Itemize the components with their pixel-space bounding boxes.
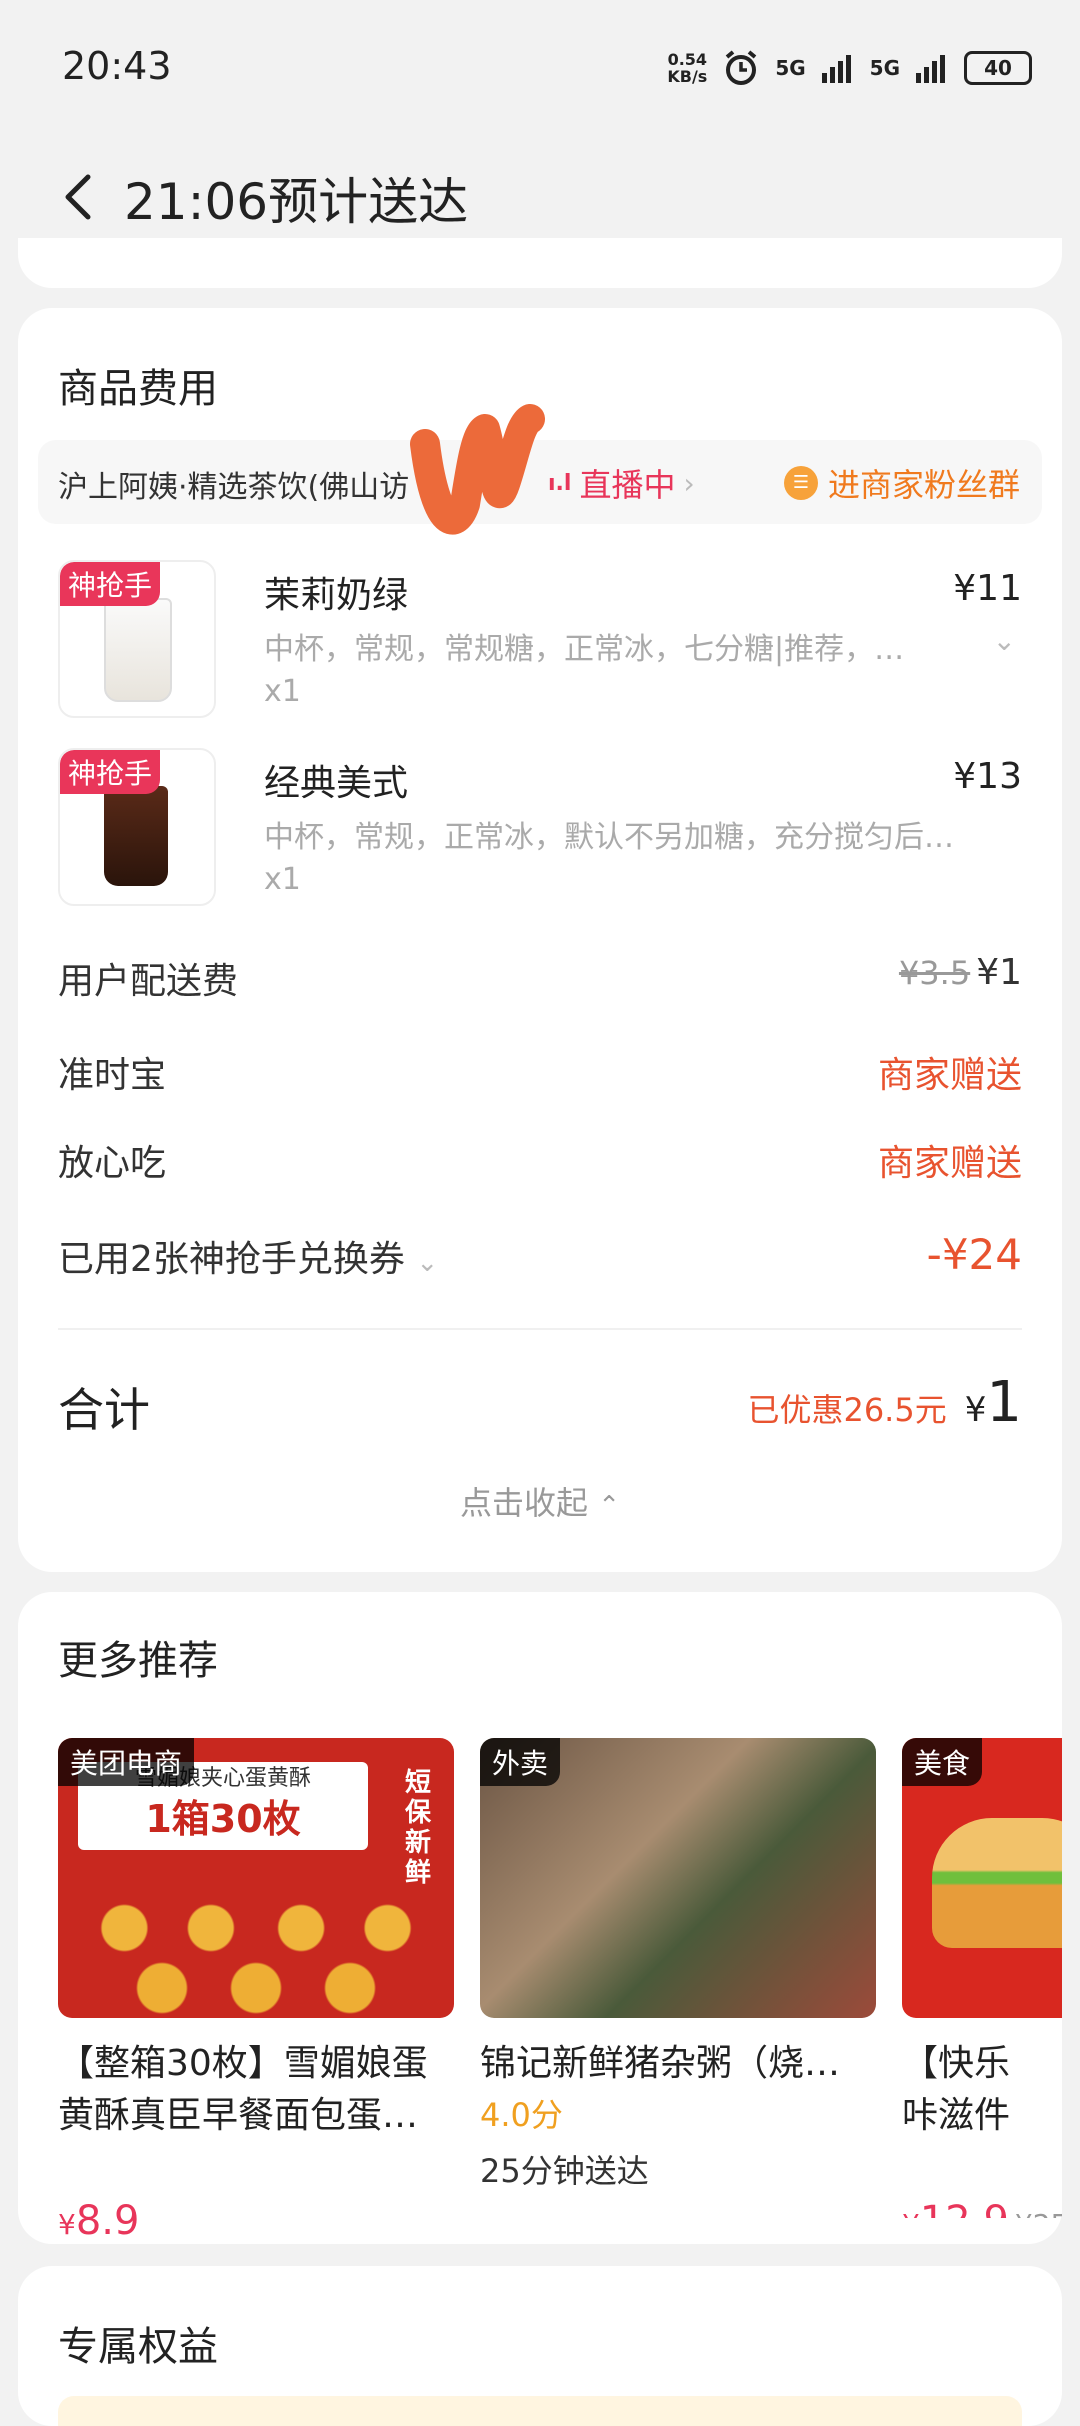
fans-label: 进商家粉丝群 — [827, 466, 1020, 504]
net-speed-unit: KB/s — [667, 67, 708, 86]
recommend-item-title: 锦记新鲜猪杂粥（烧… — [480, 2043, 841, 2084]
delivery-original-price: ¥3.5 — [898, 954, 971, 992]
total-price: ¥1 — [965, 1370, 1022, 1435]
delivery-fee-label: 用户配送费 — [58, 961, 239, 1002]
order-item[interactable]: 神抢手 经典美式 中杯，常规，正常冰，默认不另加糖，充分搅匀后… x1 ¥13 — [58, 748, 1022, 908]
recommend-tag: 美团电商 — [58, 1738, 195, 1786]
delivery-price: ¥1 — [976, 952, 1022, 993]
signal-2-icon — [916, 55, 945, 83]
live-bars-icon: ı.l — [548, 470, 572, 496]
recommend-item-rating: 4.0分 — [480, 2096, 563, 2134]
coffee-cup-image — [104, 786, 168, 886]
redaction-scribble — [410, 404, 545, 534]
status-bar: 20:43 0.54 KB/s 5G 5G 40 — [0, 0, 1080, 140]
recommend-card: 更多推荐 雪媚娘夹心蛋黄酥 1箱30枚 短保新鲜 美团电商 【整箱30枚】雪媚娘… — [18, 1592, 1062, 2244]
item-tag: 神抢手 — [60, 750, 161, 794]
safe-value: 商家赠送 — [877, 1143, 1022, 1184]
battery-indicator: 40 — [964, 51, 1032, 85]
item-qty: x1 — [264, 862, 301, 897]
original-price: ¥25 — [1015, 2208, 1062, 2218]
banner-line2: 1箱30枚 — [145, 1797, 301, 1841]
alarm-icon — [726, 50, 757, 85]
item-thumbnail: 神抢手 — [58, 748, 216, 906]
ontime-label: 准时宝 — [58, 1055, 167, 1096]
rights-banner — [58, 2396, 1022, 2426]
status-icons: 0.54 KB/s 5G 5G 40 — [667, 46, 1032, 90]
total-yen: ¥ — [964, 1390, 987, 1430]
recommend-item-price: ¥12.9 ¥25 — [902, 2198, 1062, 2218]
recommend-item[interactable]: 美食 【快乐咔滋件套 ¥12.9 ¥25 — [902, 1738, 1062, 2218]
chevron-down-icon[interactable]: ⌄ — [993, 624, 1016, 657]
recommend-item-title: 【快乐咔滋件套 — [902, 2043, 1011, 2136]
egg-yolk-pastry-image: 雪媚娘夹心蛋黄酥 1箱30枚 短保新鲜 美团电商 — [58, 1738, 454, 2018]
total-value: 1 — [986, 1370, 1022, 1435]
item-tag: 神抢手 — [60, 562, 161, 606]
coupon-row[interactable]: 已用2张神抢手兑换券 ⌄ -¥24 — [58, 1226, 1022, 1286]
item-qty: x1 — [264, 674, 301, 709]
item-price: ¥13 — [953, 756, 1022, 797]
collapse-label: 点击收起 — [460, 1484, 589, 1522]
chevron-down-icon: ⌄ — [416, 1248, 439, 1278]
nav-bar: 21:06预计送达 — [0, 140, 1080, 250]
pastry-photo — [68, 1868, 444, 2018]
divider — [58, 1328, 1022, 1330]
shop-name[interactable]: 沪上阿姨·精选茶饮(佛山访 — [58, 462, 409, 506]
delivery-fee-value: ¥3.5 ¥1 — [899, 952, 1022, 993]
rights-card: 专属权益 — [18, 2266, 1062, 2426]
chat-icon: ☰ — [783, 466, 818, 500]
fans-group-button[interactable]: ☰ 进商家粉丝群 — [783, 460, 1020, 506]
chevron-right-icon: › — [683, 466, 695, 500]
recommend-item-price: ¥8.9 — [58, 2198, 139, 2244]
item-name: 茉莉奶绿 — [264, 575, 409, 616]
recommend-item-title: 【整箱30枚】雪媚娘蛋黄酥真臣早餐面包蛋… — [58, 2043, 428, 2136]
price-yen: ¥ — [902, 2208, 920, 2218]
coupon-value: -¥24 — [926, 1230, 1022, 1279]
live-label: 直播中 — [579, 466, 676, 504]
recommend-title: 更多推荐 — [58, 1638, 218, 1684]
rights-title: 专属权益 — [58, 2324, 218, 2370]
total-label: 合计 — [58, 1383, 150, 1437]
pork-porridge-image: 外卖 — [480, 1738, 876, 2018]
safe-label: 放心吃 — [58, 1143, 167, 1184]
signal-1-icon — [821, 55, 851, 83]
price-value: 8.9 — [75, 2198, 140, 2244]
back-icon[interactable] — [58, 172, 98, 222]
safe-row: 放心吃 商家赠送 — [58, 1130, 1022, 1190]
burger-image: 美食 — [902, 1738, 1062, 2018]
recommend-item-eta: 25分钟送达 — [480, 2152, 649, 2190]
delivery-fee-row: 用户配送费 ¥3.5 ¥1 — [58, 948, 1022, 1008]
recommend-tag: 外卖 — [480, 1738, 561, 1786]
signal-1-label: 5G — [775, 56, 806, 80]
item-price: ¥11 — [953, 568, 1022, 609]
signal-2-label: 5G — [869, 56, 900, 80]
ontime-value: 商家赠送 — [877, 1055, 1022, 1096]
page-title: 21:06预计送达 — [124, 173, 469, 231]
chevron-up-icon: ⌃ — [598, 1491, 620, 1521]
status-time: 20:43 — [62, 44, 172, 88]
item-desc: 中杯，常规，正常冰，默认不另加糖，充分搅匀后… — [264, 820, 954, 855]
order-item[interactable]: 神抢手 茉莉奶绿 中杯，常规，常规糖，正常冰，七分糖|推荐，… x1 ¥11 ⌄ — [58, 560, 1022, 720]
item-desc: 中杯，常规，常规糖，正常冰，七分糖|推荐，… — [264, 632, 905, 667]
burger-photo — [932, 1818, 1062, 1948]
ontime-row: 准时宝 商家赠送 — [58, 1042, 1022, 1102]
net-speed: 0.54 KB/s — [667, 51, 707, 85]
live-tag[interactable]: ı.l 直播中 › — [548, 460, 695, 506]
coupon-label[interactable]: 已用2张神抢手兑换券 ⌄ — [58, 1230, 438, 1282]
item-thumbnail: 神抢手 — [58, 560, 216, 718]
price-value: 12.9 — [920, 2198, 1009, 2218]
fee-section-title: 商品费用 — [58, 366, 218, 412]
milk-tea-cup-image — [104, 598, 172, 702]
recommend-tag: 美食 — [902, 1738, 983, 1786]
item-name: 经典美式 — [264, 763, 409, 804]
net-speed-value: 0.54 — [667, 50, 708, 69]
price-yen: ¥ — [58, 2208, 76, 2241]
saved-amount: 已优惠26.5元 — [747, 1391, 947, 1429]
previous-card-bottom — [18, 238, 1062, 288]
collapse-button[interactable]: 点击收起 ⌃ — [18, 1478, 1062, 1524]
coupon-text: 已用2张神抢手兑换券 — [58, 1239, 405, 1280]
total-summary: 已优惠26.5元 ¥1 — [747, 1370, 1022, 1435]
